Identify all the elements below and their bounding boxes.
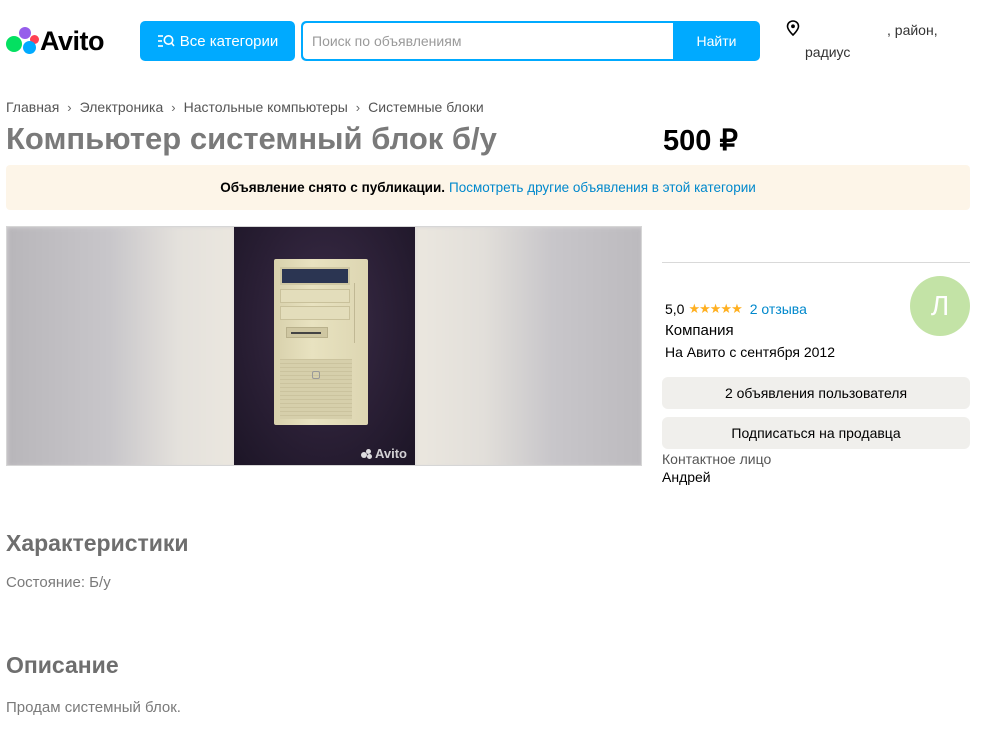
chevron-right-icon: › xyxy=(67,99,72,115)
seller-avatar[interactable]: Л xyxy=(910,276,970,336)
listing-price: 500 ₽ xyxy=(663,125,738,157)
breadcrumb-desktops[interactable]: Настольные компьютеры xyxy=(184,99,348,115)
avito-watermark: Avito xyxy=(360,446,407,461)
rating-value: 5,0 xyxy=(665,301,685,317)
breadcrumb-electronics[interactable]: Электроника xyxy=(80,99,164,115)
breadcrumb-system-units[interactable]: Системные блоки xyxy=(368,99,484,115)
watermark-text: Avito xyxy=(374,446,407,461)
avito-watermark-icon xyxy=(360,448,373,459)
subscribe-button[interactable]: Подписаться на продавца xyxy=(662,417,970,449)
gallery-blur-left xyxy=(7,227,235,465)
unpublished-banner: Объявление снято с публикации. Посмотрет… xyxy=(6,165,970,210)
contact-name: Андрей xyxy=(662,469,711,485)
banner-message: Объявление снято с публикации. xyxy=(220,180,446,195)
user-ads-button[interactable]: 2 объявления пользователя xyxy=(662,377,970,409)
categories-search-icon xyxy=(157,35,175,47)
avito-logo-icon xyxy=(6,26,39,56)
search-bar: Найти xyxy=(301,21,760,61)
seller-since: На Авито с сентября 2012 xyxy=(665,344,835,360)
breadcrumb: Главная › Электроника › Настольные компь… xyxy=(6,99,484,115)
seller-divider xyxy=(662,262,970,263)
reviews-link[interactable]: 2 отзыва xyxy=(750,301,807,317)
logo-text: Avito xyxy=(40,25,105,56)
location-radius: радиус xyxy=(805,44,851,60)
chevron-right-icon: › xyxy=(171,99,176,115)
seller-rating: 5,0 ★★★★★ 2 отзыва xyxy=(665,301,807,317)
photo-gallery[interactable]: Avito xyxy=(6,226,642,466)
characteristics-heading: Характеристики xyxy=(6,530,189,556)
seller-type[interactable]: Компания xyxy=(665,322,734,339)
search-input[interactable] xyxy=(303,23,673,59)
computer-case-image xyxy=(274,259,368,425)
description-text: Продам системный блок. xyxy=(6,699,181,716)
avito-logo[interactable]: Avito xyxy=(6,25,116,57)
contact-label: Контактное лицо xyxy=(662,451,772,467)
condition-spec: Состояние: Б/у xyxy=(6,574,111,591)
listing-title: Компьютер системный блок б/у xyxy=(6,121,497,156)
star-rating-icon: ★★★★★ xyxy=(688,301,742,316)
breadcrumb-home[interactable]: Главная xyxy=(6,99,59,115)
chevron-right-icon: › xyxy=(355,99,361,115)
other-listings-link[interactable]: Посмотреть другие объявления в этой кате… xyxy=(449,180,756,195)
search-button[interactable]: Найти xyxy=(673,21,760,61)
all-categories-label: Все категории xyxy=(179,32,279,50)
listing-photo[interactable]: Avito xyxy=(234,227,415,465)
location-pin-icon xyxy=(786,20,800,36)
gallery-blur-right xyxy=(415,227,641,465)
location-selector[interactable]: , район, радиус xyxy=(786,18,976,64)
description-heading: Описание xyxy=(6,652,119,678)
location-region: , район, xyxy=(887,22,938,38)
all-categories-button[interactable]: Все категории xyxy=(140,21,295,61)
